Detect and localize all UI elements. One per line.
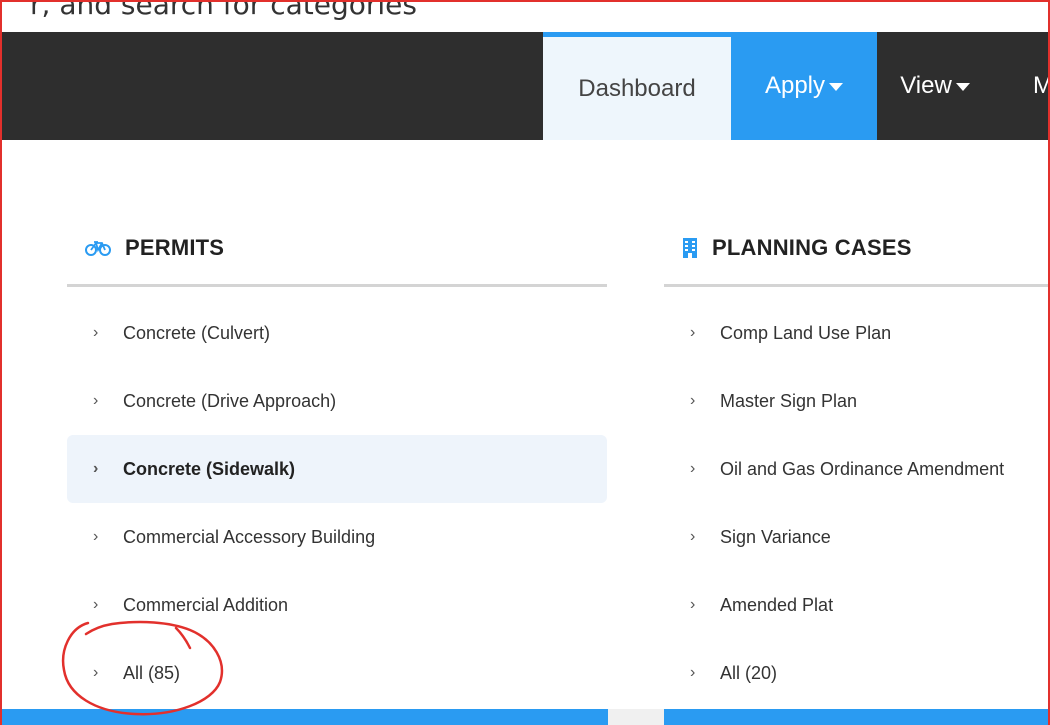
chevron-right-icon: › bbox=[93, 460, 99, 477]
list-item-label: Concrete (Culvert) bbox=[123, 322, 271, 343]
list-item-label: Comp Land Use Plan bbox=[720, 322, 892, 343]
nav-apply-dropdown[interactable]: Apply bbox=[731, 32, 877, 140]
planning-title: PLANNING CASES bbox=[712, 235, 912, 260]
list-item[interactable]: › Commercial Accessory Building bbox=[67, 503, 607, 571]
nav-apply-label: Apply bbox=[764, 72, 826, 99]
chevron-right-icon: › bbox=[93, 664, 99, 681]
list-item-label: Oil and Gas Ordinance Amendment bbox=[720, 458, 1005, 479]
planning-all-link[interactable]: › All (20) bbox=[664, 639, 1050, 707]
caret-down-icon bbox=[829, 83, 844, 91]
list-item-label: Commercial Addition bbox=[123, 594, 289, 615]
chevron-right-icon: › bbox=[690, 324, 696, 341]
permits-list: › Concrete (Culvert) › Concrete (Drive App… bbox=[67, 299, 607, 707]
nav-dashboard[interactable]: Dashboard bbox=[543, 32, 731, 140]
planning-cases-section: PLANNING CASES › Comp Land Use Plan › Mast… bbox=[664, 222, 1050, 707]
permits-divider bbox=[67, 284, 607, 287]
chevron-right-icon: › bbox=[690, 596, 696, 613]
bottom-accent-bar bbox=[2, 709, 1048, 725]
list-item-label: All (20) bbox=[720, 662, 778, 683]
list-item[interactable]: › Concrete (Culvert) bbox=[67, 299, 607, 367]
list-item-active[interactable]: › Concrete (Sidewalk) bbox=[67, 435, 607, 503]
cropped-instruction-text: r, and search for categories bbox=[30, 2, 417, 21]
top-text-strip: r, and search for categories bbox=[2, 2, 1048, 32]
list-item-label: Commercial Accessory Building bbox=[123, 526, 376, 547]
nav-more-label: M bbox=[1033, 72, 1048, 99]
list-item-label: Master Sign Plan bbox=[720, 390, 858, 411]
nav-more-item[interactable]: M bbox=[1033, 32, 1048, 140]
list-item-label: Concrete (Drive Approach) bbox=[123, 390, 337, 411]
list-item[interactable]: › Oil and Gas Ordinance Amendment bbox=[664, 435, 1050, 503]
planning-list: › Comp Land Use Plan › Master Sign Plan › O… bbox=[664, 299, 1050, 707]
list-item[interactable]: › Amended Plat bbox=[664, 571, 1050, 639]
list-item-label: All (85) bbox=[123, 662, 181, 683]
bicycle-icon bbox=[85, 240, 111, 256]
nav-dashboard-label: Dashboard bbox=[578, 74, 696, 102]
chevron-right-icon: › bbox=[93, 324, 99, 341]
chevron-right-icon: › bbox=[690, 392, 696, 409]
chevron-right-icon: › bbox=[93, 392, 99, 409]
chevron-right-icon: › bbox=[690, 664, 696, 681]
nav-view-label: View bbox=[900, 72, 952, 99]
chevron-right-icon: › bbox=[690, 460, 696, 477]
planning-header: PLANNING CASES bbox=[664, 222, 1050, 274]
list-item[interactable]: › Master Sign Plan bbox=[664, 367, 1050, 435]
planning-divider bbox=[664, 284, 1050, 287]
main-navbar: Dashboard Apply View M bbox=[2, 32, 1048, 140]
list-item[interactable]: › Concrete (Drive Approach) bbox=[67, 367, 607, 435]
chevron-right-icon: › bbox=[93, 596, 99, 613]
permits-header: PERMITS bbox=[67, 222, 607, 274]
list-item[interactable]: › Sign Variance bbox=[664, 503, 1050, 571]
list-item-label: Sign Variance bbox=[720, 526, 831, 547]
caret-down-icon bbox=[955, 83, 970, 91]
permits-all-link[interactable]: › All (85) bbox=[67, 639, 607, 707]
list-item[interactable]: › Commercial Addition bbox=[67, 571, 607, 639]
permits-title: PERMITS bbox=[125, 235, 225, 260]
list-item-label: Amended Plat bbox=[720, 594, 834, 615]
chevron-right-icon: › bbox=[690, 528, 696, 545]
chevron-right-icon: › bbox=[93, 528, 99, 545]
list-item-label: Concrete (Sidewalk) bbox=[123, 458, 296, 479]
nav-view-dropdown[interactable]: View bbox=[877, 32, 993, 140]
building-icon bbox=[682, 238, 698, 258]
permits-section: PERMITS › Concrete (Culvert) › Concrete (D… bbox=[67, 222, 607, 707]
list-item[interactable]: › Comp Land Use Plan bbox=[664, 299, 1050, 367]
bottom-bar-gap bbox=[608, 709, 664, 725]
